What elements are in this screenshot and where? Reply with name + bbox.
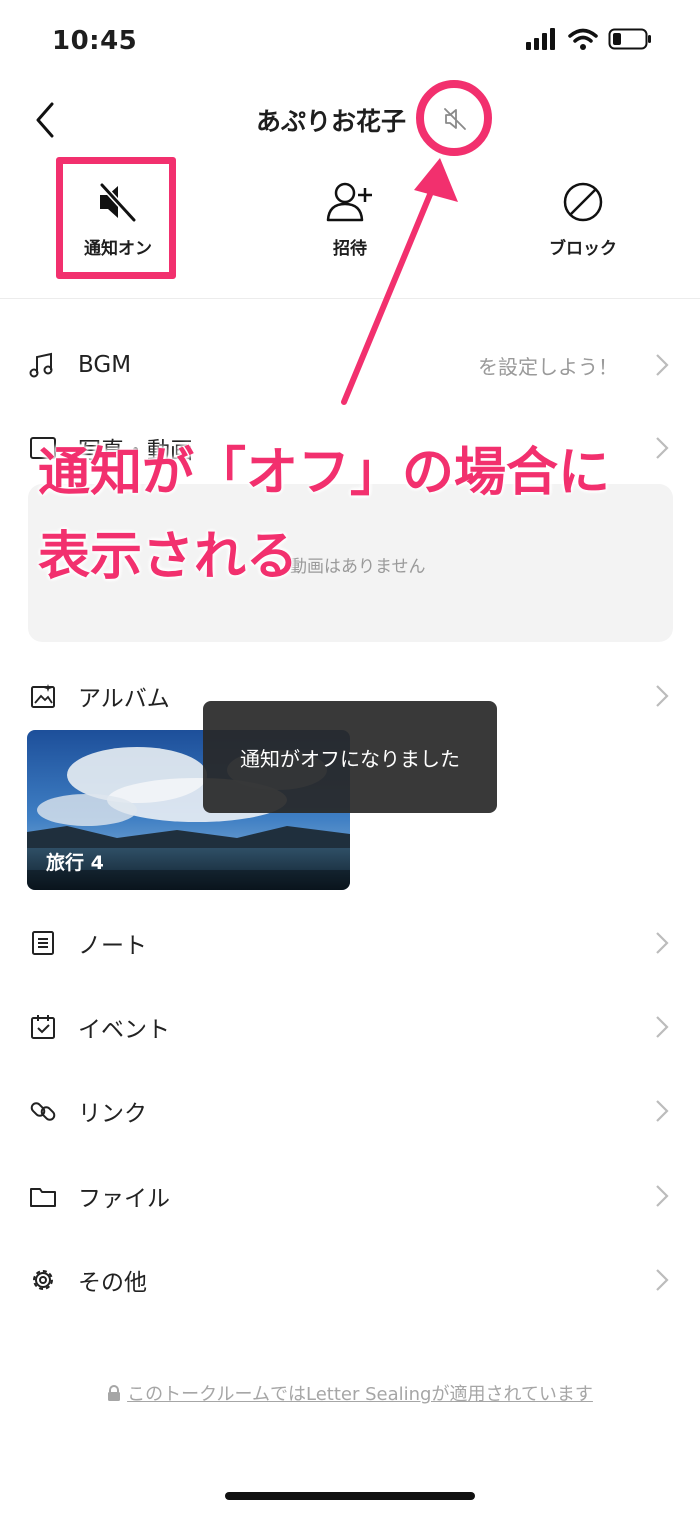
chevron-right-icon	[656, 1016, 669, 1038]
folder-icon	[30, 1188, 56, 1207]
annotation-line-1: 通知が「オフ」の場合に	[38, 443, 611, 503]
music-note-icon	[29, 352, 53, 378]
gear-icon	[33, 1270, 53, 1290]
highlight-box	[56, 157, 176, 279]
signal-icon	[526, 28, 555, 50]
menu-label-event: イベント	[78, 1017, 170, 1043]
annotation-arrow	[341, 158, 458, 405]
block-label: ブロック	[549, 239, 617, 259]
menu-label-album: アルバム	[78, 686, 170, 712]
annotation-circle	[416, 80, 492, 156]
calendar-check-icon	[31, 1015, 55, 1039]
home-indicator	[225, 1492, 475, 1500]
letter-sealing-footer[interactable]: このトークルームではLetter Sealingが適用されています	[0, 1380, 700, 1406]
letter-sealing-text: このトークルームではLetter Sealingが適用されています	[127, 1384, 593, 1405]
annotation-line-2: 表示される	[38, 527, 299, 587]
chevron-right-icon	[656, 354, 669, 376]
menu-row-event[interactable]: イベント	[0, 997, 700, 1057]
chevron-right-icon	[656, 1185, 669, 1207]
album-card-label: 旅行 4	[46, 852, 104, 874]
menu-label-bgm: BGM	[78, 352, 132, 378]
toast-message: 通知がオフになりました	[203, 701, 497, 813]
menu-row-other[interactable]: その他	[0, 1250, 700, 1310]
menu-row-link[interactable]: リンク	[0, 1081, 700, 1141]
menu-label-file: ファイル	[78, 1186, 170, 1212]
menu-row-note[interactable]: ノート	[0, 913, 700, 973]
status-time: 10:45	[52, 26, 138, 56]
chevron-right-icon	[656, 685, 669, 707]
chevron-right-icon	[656, 437, 669, 459]
video-empty-text: 動画はありません	[290, 557, 426, 577]
chevron-right-icon	[656, 1269, 669, 1291]
menu-row-file[interactable]: ファイル	[0, 1166, 700, 1226]
chevron-right-icon	[656, 1100, 669, 1122]
menu-label-note: ノート	[78, 933, 147, 959]
block-button[interactable]: ブロック	[503, 180, 663, 259]
block-icon	[563, 182, 603, 222]
bgm-hint: を設定しよう！	[478, 354, 618, 379]
battery-icon	[608, 28, 651, 50]
chevron-right-icon	[656, 932, 669, 954]
menu-label-link: リンク	[78, 1101, 147, 1127]
page-title: あぷりお花子	[255, 107, 406, 136]
link-icon	[30, 1102, 56, 1121]
status-icons	[526, 28, 652, 50]
lock-icon	[108, 1385, 121, 1401]
menu-label-other: その他	[78, 1270, 147, 1296]
album-icon	[31, 684, 55, 708]
note-icon	[32, 931, 54, 955]
wifi-icon	[568, 28, 598, 50]
